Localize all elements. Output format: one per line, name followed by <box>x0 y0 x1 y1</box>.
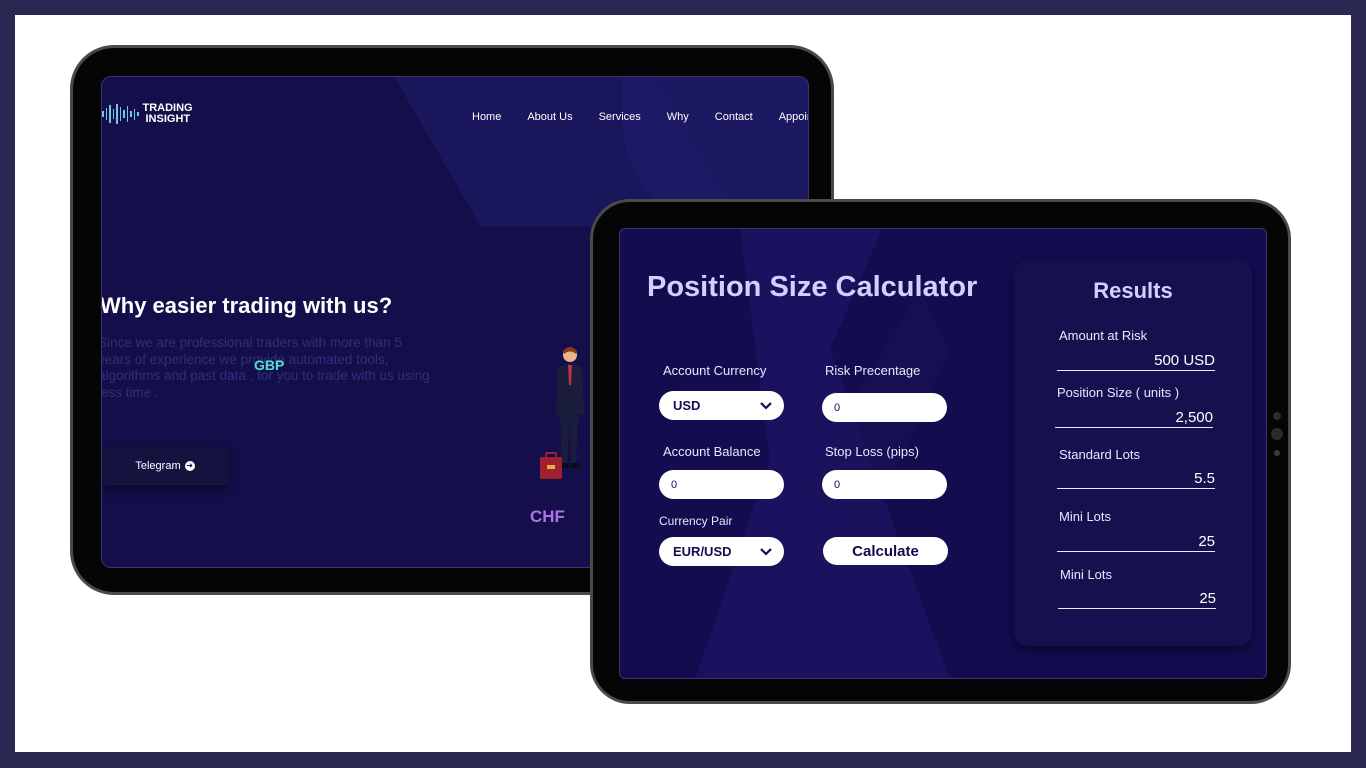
stop-loss-input[interactable] <box>822 470 947 499</box>
chevron-down-icon <box>760 401 772 410</box>
calculator-screen: Position Size Calculator Account Currenc… <box>619 228 1267 679</box>
logo-text: TRADING INSIGHT <box>143 103 193 125</box>
results-panel: Results Amount at Risk 500 USD Position … <box>1014 260 1252 646</box>
account-currency-label: Account Currency <box>663 363 767 378</box>
chevron-down-icon <box>760 547 772 556</box>
nav-home[interactable]: Home <box>472 111 501 123</box>
account-balance-label: Account Balance <box>663 444 761 459</box>
arrow-circle-right-icon: ➜ <box>184 461 195 471</box>
risk-percentage-input[interactable] <box>822 393 947 422</box>
presentation-canvas: TRADING INSIGHT Home About Us Services W… <box>15 15 1351 752</box>
currency-pair-select[interactable]: EUR/USD <box>659 537 784 566</box>
main-nav: Home About Us Services Why Contact Appoi… <box>472 111 808 123</box>
result-value-position-size: 2,500 <box>1055 409 1213 428</box>
result-label-standard-lots: Standard Lots <box>1059 447 1140 462</box>
nav-appointment[interactable]: Appoin <box>779 111 808 123</box>
currency-pair-label: Currency Pair <box>659 514 733 528</box>
account-balance-input[interactable] <box>659 470 784 499</box>
hero-title: Why easier trading with us? <box>101 293 393 318</box>
result-label-mini-lots-2: Mini Lots <box>1060 567 1113 582</box>
calculate-button[interactable]: Calculate <box>823 537 948 565</box>
sound-wave-logo-icon <box>102 104 139 124</box>
currency-tag-chf: CHF <box>530 507 565 526</box>
result-value-amount-at-risk: 500 USD <box>1057 352 1215 371</box>
currency-tag-gbp: GBP <box>254 357 285 373</box>
nav-contact[interactable]: Contact <box>715 111 753 123</box>
currency-pair-value: EUR/USD <box>673 544 732 559</box>
risk-percentage-label: Risk Precentage <box>825 363 921 378</box>
calculator-title: Position Size Calculator <box>647 271 978 303</box>
result-value-mini-lots: 25 <box>1057 533 1215 552</box>
account-currency-value: USD <box>673 398 701 413</box>
result-label-amount-at-risk: Amount at Risk <box>1059 328 1148 343</box>
stop-loss-label: Stop Loss (pips) <box>825 444 919 459</box>
logo-line-2: INSIGHT <box>145 113 191 125</box>
site-logo[interactable]: TRADING INSIGHT <box>102 103 193 125</box>
account-currency-select[interactable]: USD <box>659 391 784 420</box>
camera-sensor <box>1274 450 1280 456</box>
camera-lens <box>1271 428 1283 440</box>
nav-why[interactable]: Why <box>667 111 689 123</box>
result-value-mini-lots-2: 25 <box>1058 590 1216 609</box>
result-label-position-size: Position Size ( units ) <box>1057 385 1180 400</box>
results-title: Results <box>1093 278 1173 303</box>
result-value-standard-lots: 5.5 <box>1057 470 1215 489</box>
telegram-button[interactable]: Telegram ➜ <box>102 447 228 485</box>
tablet-calculator: Position Size Calculator Account Currenc… <box>590 199 1291 704</box>
result-label-mini-lots: Mini Lots <box>1059 509 1112 524</box>
camera-dot <box>1273 412 1281 420</box>
nav-about-us[interactable]: About Us <box>527 111 572 123</box>
nav-services[interactable]: Services <box>599 111 641 123</box>
businessman-illustration <box>540 347 584 479</box>
telegram-button-label: Telegram <box>135 460 181 472</box>
